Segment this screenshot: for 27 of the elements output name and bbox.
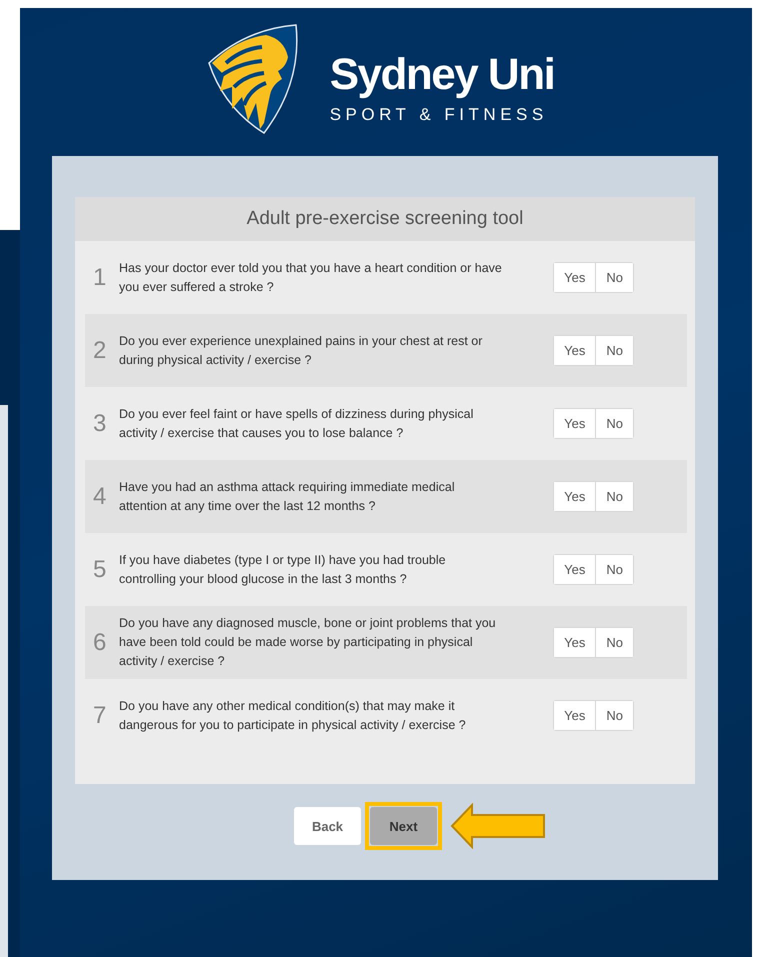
question-text: Has your doctor ever told you that you have a heart condition or have you ever suffered a stroke ? bbox=[119, 260, 503, 296]
brand-name: Sydney Uni bbox=[330, 51, 554, 99]
answer-option[interactable]: No bbox=[595, 628, 633, 657]
question-text: Do you ever feel faint or have spells of dizziness during physical activity / exercise that causes you to lose balance ? bbox=[119, 406, 474, 442]
form-title: Adult pre-exercise screening tool bbox=[75, 197, 695, 241]
question-number: 3 bbox=[93, 410, 108, 438]
question-text: Have you had an asthma attack requiring immediate medical attention at any time over the last 12 months ? bbox=[119, 478, 456, 515]
question-number: 6 bbox=[93, 628, 108, 656]
question-text: Do you have any diagnosed muscle, bone or joint problems that you have been told could be made worse by participating in physical activity / exercise ? bbox=[119, 615, 497, 670]
answer-option[interactable]: No bbox=[595, 336, 633, 365]
answer-option[interactable]: No bbox=[595, 701, 633, 730]
answer-option[interactable]: No bbox=[595, 555, 633, 584]
question-number: 7 bbox=[93, 702, 108, 730]
question-number: 1 bbox=[93, 264, 108, 292]
question-number: 2 bbox=[93, 336, 108, 364]
answer-option[interactable]: No bbox=[595, 263, 633, 292]
brand-tagline: SPORT & FITNESS bbox=[330, 105, 549, 125]
question-number: 5 bbox=[93, 556, 108, 584]
question-text: If you have diabetes (type I or type II) have you had trouble controlling your blood glucose in the last 3 months ? bbox=[119, 552, 447, 588]
arrow-icon bbox=[450, 803, 546, 849]
question-text: Do you have any other medical condition(s) that may make it dangerous for you to participate in physical activity / exercise ? bbox=[119, 698, 467, 734]
nav-button[interactable]: Next bbox=[370, 807, 437, 845]
answer-option[interactable]: No bbox=[595, 482, 633, 511]
question-text: Do you ever experience unexplained pains in your chest at rest or during physical activity / exercise ? bbox=[119, 332, 484, 369]
nav-button[interactable]: Back bbox=[294, 807, 361, 845]
answer-option[interactable]: No bbox=[595, 409, 633, 438]
question-number: 4 bbox=[93, 482, 108, 510]
